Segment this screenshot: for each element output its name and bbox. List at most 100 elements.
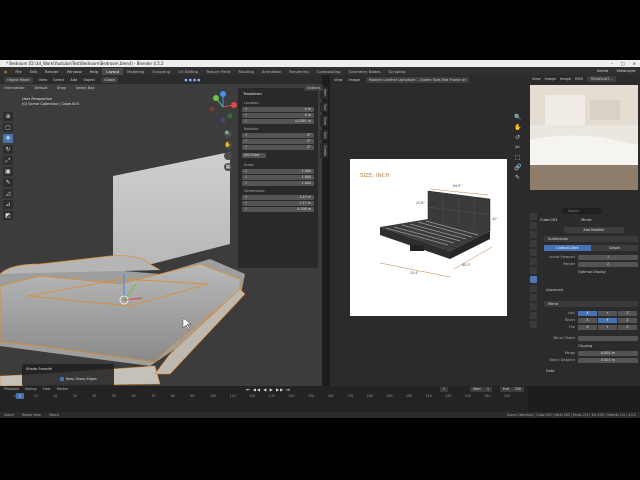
mode-dropdown[interactable]: Object Mode	[4, 76, 33, 83]
preview-channel[interactable]: RGB	[575, 77, 583, 81]
scene-selector[interactable]: Scene	[597, 68, 609, 73]
tab-layout[interactable]: Layout	[102, 67, 124, 75]
move-tool-icon[interactable]: ✥	[3, 134, 13, 143]
rotate-icon[interactable]: ↺	[514, 134, 521, 141]
preview-image-name[interactable]: 7f0eb9dd7...	[586, 76, 616, 82]
tab-sculpting[interactable]: Sculpting	[148, 68, 174, 75]
properties-search-input[interactable]: Search	[562, 208, 602, 214]
preview-menu-view[interactable]: View	[532, 77, 541, 81]
menu-help[interactable]: Help	[86, 69, 103, 74]
scale-tool-icon[interactable]: ⤢	[3, 156, 13, 165]
object-name-label[interactable]: Cube.003	[540, 218, 557, 222]
data-props-tab-icon[interactable]	[529, 312, 537, 319]
flip-axis-x[interactable]: X	[578, 325, 597, 330]
zoom-icon[interactable]: 🔍	[224, 130, 232, 138]
advanced-section[interactable]: Advanced	[546, 288, 563, 292]
tab-simple[interactable]: Simple	[591, 245, 638, 251]
location-z-field[interactable]: Z 0.0381 m	[242, 119, 314, 124]
image-name-field[interactable]: Modern Leather Upholster... Queen Size,B…	[365, 76, 469, 83]
transform-tool-icon[interactable]: ▣	[3, 167, 13, 176]
tab-view[interactable]: View	[320, 114, 328, 127]
transform-orientation-dropdown[interactable]: Global	[100, 76, 119, 83]
blender-logo-icon[interactable]: ◉	[0, 69, 11, 74]
bisect-axis-x[interactable]: X	[578, 318, 597, 323]
location-x-field[interactable]: X0 m	[242, 107, 314, 112]
object-props-tab-icon[interactable]	[529, 267, 537, 274]
location-y-field[interactable]: Y0 m	[242, 113, 314, 118]
camera-icon[interactable]: 🎥	[224, 152, 232, 160]
tab-tool[interactable]: Tool	[320, 101, 328, 112]
bisect-axis-z[interactable]: Z	[618, 318, 637, 323]
playback-controls[interactable]: ⏮ ◀◀ ◀ ▶ ▶▶ ⏭	[246, 387, 291, 392]
render-props-tab-icon[interactable]	[529, 222, 537, 229]
mirror-axis-x[interactable]: X	[578, 311, 597, 316]
viewport-menu-add[interactable]: Add	[70, 78, 77, 82]
optimal-display-checkbox[interactable]: Optimal Display	[578, 270, 606, 274]
viewport-menu-object[interactable]: Object	[83, 78, 95, 82]
rotate-tool-icon[interactable]: ↻	[3, 145, 13, 154]
rotation-x-field[interactable]: X 0°	[242, 133, 314, 138]
drag-dropdown[interactable]: Select Box	[72, 84, 98, 91]
scene-props-tab-icon[interactable]	[529, 249, 537, 256]
output-props-tab-icon[interactable]	[529, 231, 537, 238]
start-frame-field[interactable]: 1	[484, 387, 493, 392]
rotation-z-field[interactable]: Z 0°	[242, 145, 314, 150]
tab-uv-editing[interactable]: UV Editing	[174, 68, 202, 75]
image-editor-menu-view[interactable]: View	[334, 78, 343, 82]
link-icon[interactable]: 🔗	[514, 164, 521, 171]
tab-catmull-clark[interactable]: Catmull-Clark	[544, 245, 591, 251]
playhead[interactable]: 1	[16, 393, 24, 399]
menu-file[interactable]: File	[11, 69, 25, 74]
pencil-icon[interactable]: ✎	[514, 174, 521, 181]
zoom-icon[interactable]: 🔍	[514, 114, 521, 121]
add-plane-tool-icon[interactable]: ◩	[3, 211, 13, 220]
menu-window[interactable]: Window	[63, 69, 86, 74]
dimensions-y-field[interactable]: Y 2.17 m	[242, 201, 314, 206]
operator-title[interactable]: Shade Smooth	[26, 367, 52, 371]
timeline-ruler[interactable]: 0102030405060708090100110120130140150160…	[14, 394, 514, 400]
modifier-context-label[interactable]: Mirror	[581, 218, 592, 222]
frame-icon[interactable]: ⬚	[514, 154, 521, 161]
render-levels-field[interactable]: Render 2	[548, 262, 638, 267]
timeline-menu-marker[interactable]: Marker	[57, 386, 69, 392]
tab-scripting[interactable]: Scripting	[385, 68, 410, 75]
measure-tool-icon[interactable]: ◿	[3, 189, 13, 198]
grid-icon[interactable]: ▦	[224, 163, 232, 171]
scale-y-field[interactable]: Y 1.000	[242, 175, 314, 180]
flip-axis-y[interactable]: Y	[598, 325, 617, 330]
viewport-menu-view[interactable]: View	[39, 78, 48, 82]
view-layer-selector[interactable]: ViewLayer	[616, 68, 636, 73]
menu-render[interactable]: Render	[41, 69, 63, 74]
levels-viewport-field[interactable]: Levels Viewport 1	[548, 255, 638, 260]
end-frame-field[interactable]: 250	[512, 387, 525, 392]
options-dropdown[interactable]: Options	[303, 84, 324, 91]
preview-menu-image[interactable]: Image	[545, 77, 556, 81]
pan-hand-icon[interactable]: ✋	[224, 141, 232, 149]
modifier-props-tab-icon[interactable]	[529, 276, 537, 283]
rotation-mode-dropdown[interactable]: XYZ Euler	[242, 153, 266, 158]
mirror-object-field[interactable]: Mirror Object	[548, 336, 638, 341]
flip-axis-z[interactable]: Z	[618, 325, 637, 330]
bisect-axis-y[interactable]: Y	[598, 318, 617, 323]
minimize-button[interactable]: –	[611, 61, 613, 66]
scissors-icon[interactable]: ✂	[514, 144, 521, 151]
add-cube-tool-icon[interactable]: ⊿	[3, 200, 13, 209]
cursor-tool-icon[interactable]: ⊕	[3, 112, 13, 121]
tab-shading[interactable]: Shading	[234, 68, 257, 75]
shading-modes[interactable]: ● ● ● ●	[184, 78, 200, 82]
menu-edit[interactable]: Edit	[26, 69, 41, 74]
dimensions-z-field[interactable]: Z 0.198 m	[242, 207, 314, 212]
dimensions-x-field[interactable]: X 1.43 m	[242, 195, 314, 200]
data-section[interactable]: Data	[546, 369, 554, 373]
image-editor[interactable]: SIZE: INCH 64.0" 23.6" 8.7" 42" 85.2" 15…	[330, 84, 528, 386]
maximize-button[interactable]: □	[621, 61, 625, 66]
navigation-gizmo[interactable]	[206, 90, 240, 124]
tab-texture-paint[interactable]: Texture Paint	[202, 68, 235, 75]
viewport-3d[interactable]: User Perspective (0) Scene Collection | …	[0, 84, 322, 386]
scale-x-field[interactable]: X 1.000	[242, 169, 314, 174]
tab-edit[interactable]: Edit	[320, 129, 328, 141]
keep-sharp-edges-checkbox[interactable]: Keep Sharp Edges	[60, 377, 97, 381]
tab-geometry-nodes[interactable]: Geometry Nodes	[344, 68, 384, 75]
add-modifier-button[interactable]: Add Modifier	[564, 227, 624, 233]
rotation-y-field[interactable]: Y 0°	[242, 139, 314, 144]
